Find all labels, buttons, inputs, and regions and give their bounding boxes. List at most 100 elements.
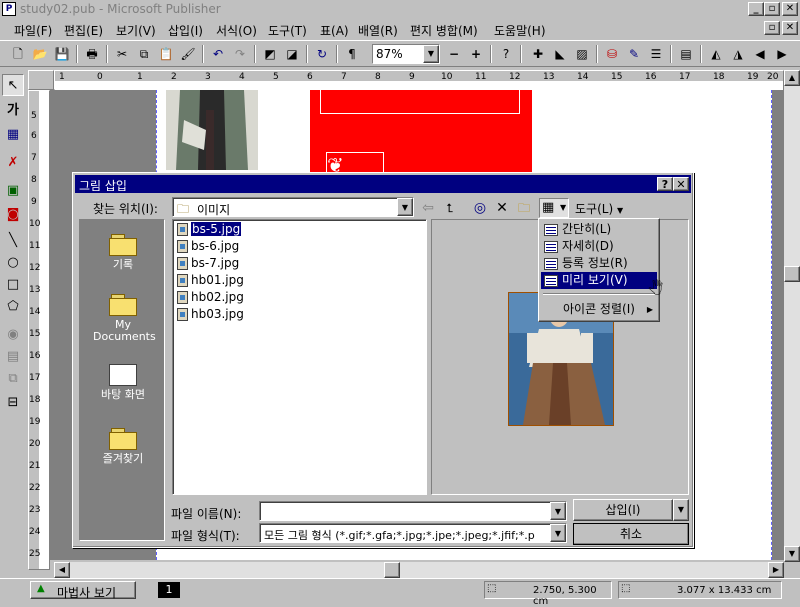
scroll-right-icon[interactable]: ▶ — [768, 562, 784, 578]
place-history[interactable]: 기록 — [80, 234, 166, 271]
views-menu-details[interactable]: 자세히(D) — [541, 238, 657, 255]
red-shape[interactable]: ❦ — [310, 90, 532, 178]
flip-horizontal-icon[interactable]: ◀ — [750, 44, 770, 64]
menu-tools[interactable]: 도구(T) — [268, 22, 307, 39]
menu-insert[interactable]: 삽입(I) — [168, 22, 203, 39]
zoom-dropdown-icon[interactable]: ▼ — [423, 45, 439, 63]
views-menu-preview[interactable]: 미리 보기(V) — [541, 272, 657, 289]
line-color-icon[interactable]: ✎ — [624, 44, 644, 64]
list-item[interactable]: hb01.jpg — [177, 273, 244, 289]
flip-vertical-icon[interactable]: ▶ — [772, 44, 792, 64]
zoom-out-icon[interactable]: − — [444, 44, 464, 64]
copy-icon[interactable]: ⧉ — [134, 44, 154, 64]
html-fragment-tool-icon[interactable]: ▤ — [2, 346, 24, 368]
custom-shapes-tool-icon[interactable]: ⬠ — [2, 296, 24, 318]
rotate-icon[interactable]: ↻ — [312, 44, 332, 64]
fill-color-icon[interactable]: ▨ — [572, 44, 592, 64]
redo-icon[interactable]: ↷ — [230, 44, 250, 64]
filetype-select[interactable]: 모든 그림 형식 (*.gif;*.gfa;*.jpg;*.jpe;*.jpeg… — [259, 523, 567, 543]
filetype-dropdown-icon[interactable]: ▼ — [550, 524, 566, 542]
new-icon[interactable]: 🗋 — [8, 44, 28, 64]
hanbok-image-frame[interactable] — [166, 90, 258, 170]
list-item[interactable]: bs-5.jpg — [177, 222, 242, 238]
minimize-button[interactable]: _ — [748, 2, 764, 16]
menu-mail-merge[interactable]: 편지 병합(M) — [410, 22, 478, 39]
horizontal-scroll-thumb[interactable] — [384, 562, 400, 578]
paste-icon[interactable]: 📋 — [156, 44, 176, 64]
filename-field[interactable]: ▼ — [259, 501, 567, 521]
place-my-documents[interactable]: My Documents — [80, 294, 166, 343]
filename-dropdown-icon[interactable]: ▼ — [550, 502, 566, 520]
menu-format[interactable]: 서식(O) — [216, 22, 257, 39]
zoom-combo[interactable]: 87% ▼ — [372, 44, 440, 64]
zoom-in-icon[interactable]: + — [466, 44, 486, 64]
shadow-icon[interactable]: ◣ — [550, 44, 570, 64]
scroll-down-icon[interactable]: ▼ — [784, 546, 800, 562]
text-frame-tool-icon[interactable]: 가 — [2, 100, 24, 122]
rectangle-tool-icon[interactable]: □ — [2, 274, 24, 296]
line-tool-icon[interactable]: ╲ — [2, 230, 24, 252]
look-in-dropdown-icon[interactable]: ▼ — [397, 198, 413, 216]
new-folder-icon[interactable]: 🗀 — [515, 199, 533, 217]
views-menu-arrange-icons[interactable]: 아이콘 정렬(I) ▶ — [541, 301, 657, 318]
help-icon[interactable]: ? — [496, 44, 516, 64]
list-item[interactable]: bs-7.jpg — [177, 256, 239, 272]
picture-frame-properties-icon[interactable]: ▤ — [676, 44, 696, 64]
scroll-left-icon[interactable]: ◀ — [54, 562, 70, 578]
insert-options-dropdown-icon[interactable]: ▼ — [673, 499, 689, 521]
file-list[interactable]: bs-5.jpg bs-6.jpg bs-7.jpg hb01.jpg hb02… — [172, 219, 427, 495]
vertical-scroll-thumb[interactable] — [784, 266, 800, 282]
form-control-tool-icon[interactable]: ◉ — [2, 324, 24, 346]
place-desktop[interactable]: 바탕 화면 — [80, 364, 166, 401]
undo-icon[interactable]: ↶ — [208, 44, 228, 64]
table-frame-tool-icon[interactable]: ▦ — [2, 124, 24, 146]
line-style-icon[interactable]: ☰ — [646, 44, 666, 64]
format-painter-icon[interactable]: 🖌 — [178, 44, 198, 64]
special-characters-icon[interactable]: ¶ — [342, 44, 362, 64]
views-button[interactable]: ▦ ▼ — [539, 198, 569, 218]
scroll-up-icon[interactable]: ▲ — [784, 70, 800, 86]
dialog-title-bar[interactable]: 그림 삽입 ? ✕ — [75, 175, 691, 193]
page-navigator[interactable]: 1 — [158, 582, 180, 598]
open-icon[interactable]: 📂 — [30, 44, 50, 64]
insert-button[interactable]: 삽입(I) — [573, 499, 673, 521]
search-web-icon[interactable]: ◎ — [471, 199, 489, 217]
dialog-help-button[interactable]: ? — [657, 177, 673, 191]
vertical-scrollbar[interactable]: ▲ ▼ — [784, 70, 800, 562]
place-favorites[interactable]: 즐겨찾기 — [80, 428, 166, 465]
delete-icon[interactable]: ✕ — [493, 199, 511, 217]
rotate-left-icon[interactable]: ◭ — [706, 44, 726, 64]
send-to-back-icon[interactable]: ◪ — [282, 44, 302, 64]
dialog-close-button[interactable]: ✕ — [673, 177, 689, 191]
horizontal-scrollbar[interactable]: ◀ ▶ — [54, 562, 784, 578]
vertical-ruler[interactable]: 5 6 7 8 9 10 11 12 13 14 15 16 17 18 19 … — [28, 90, 50, 570]
cancel-button[interactable]: 취소 — [573, 523, 689, 545]
design-gallery-object-icon[interactable]: ⊟ — [2, 392, 24, 414]
wordart-tool-icon[interactable]: ✗ — [2, 152, 24, 174]
doc-close-button[interactable]: ✕ — [782, 21, 798, 35]
horizontal-ruler[interactable]: 1 0 1 2 3 4 5 6 7 8 9 10 11 12 13 14 15 … — [54, 70, 784, 90]
tools-menu-button[interactable]: 도구(L) ▼ — [575, 200, 623, 217]
menu-view[interactable]: 보기(V) — [116, 22, 156, 39]
menu-arrange[interactable]: 배열(R) — [358, 22, 398, 39]
up-folder-icon[interactable]: ⮤ — [441, 199, 459, 217]
back-icon[interactable]: ⇦ — [419, 199, 437, 217]
list-item[interactable]: hb02.jpg — [177, 290, 244, 306]
views-menu-list[interactable]: 간단히(L) — [541, 221, 657, 238]
clip-gallery-tool-icon[interactable]: ◙ — [2, 204, 24, 226]
menu-help[interactable]: 도움말(H) — [494, 22, 546, 39]
oval-tool-icon[interactable]: ○ — [2, 252, 24, 274]
list-item[interactable]: hb03.jpg — [177, 307, 244, 323]
list-item[interactable]: bs-6.jpg — [177, 239, 239, 255]
look-in-combo[interactable]: 🗀 이미지 ▼ — [172, 197, 414, 217]
design-gallery-tool-icon[interactable]: ⧉ — [2, 368, 24, 390]
publisher-app-icon[interactable]: P — [2, 2, 16, 16]
restore-button[interactable]: ▫ — [764, 2, 780, 16]
bring-to-front-icon[interactable]: ◩ — [260, 44, 280, 64]
menu-file[interactable]: 파일(F) — [14, 22, 52, 39]
menu-table[interactable]: 표(A) — [320, 22, 349, 39]
fill-bucket-icon[interactable]: ⛁ — [602, 44, 622, 64]
save-icon[interactable]: 💾 — [52, 44, 72, 64]
views-menu-properties[interactable]: 등록 정보(R) — [541, 255, 657, 272]
print-icon[interactable]: 🖶 — [82, 44, 102, 64]
